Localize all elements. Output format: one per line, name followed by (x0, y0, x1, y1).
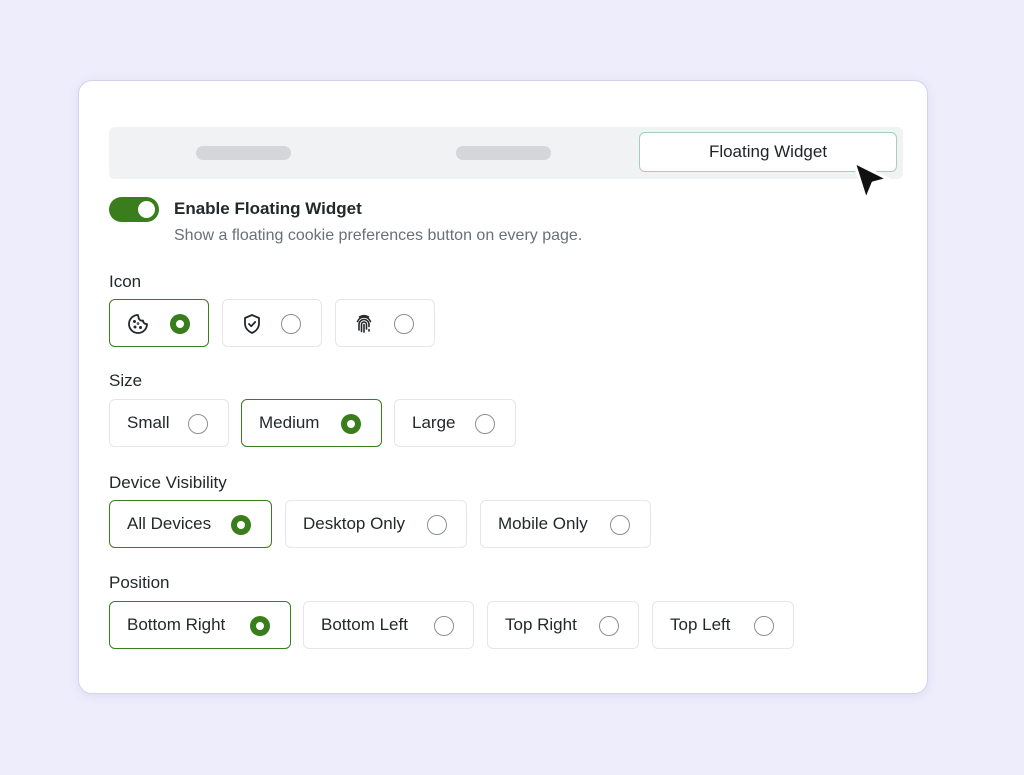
size-option-small[interactable]: Small (109, 399, 229, 447)
shield-check-icon (244, 314, 260, 334)
size-medium-radio[interactable] (341, 414, 361, 434)
position-option-top-left[interactable]: Top Left (652, 601, 794, 649)
widget-settings-card: Floating Widget Enable Floating Widget S… (78, 80, 928, 694)
position-bottom-right-label: Bottom Right (127, 615, 226, 634)
size-option-medium[interactable]: Medium (241, 399, 382, 447)
fingerprint-icon (356, 314, 372, 333)
device-desktop-label: Desktop Only (303, 514, 406, 533)
tab-bar: Floating Widget (109, 127, 903, 179)
device-option-mobile[interactable]: Mobile Only (480, 500, 651, 548)
device-option-desktop[interactable]: Desktop Only (285, 500, 467, 548)
size-small-radio[interactable] (188, 414, 208, 434)
device-desktop-radio[interactable] (427, 515, 447, 535)
device-all-radio[interactable] (231, 515, 251, 535)
size-option-large[interactable]: Large (394, 399, 516, 447)
icon-option-shield[interactable] (222, 299, 322, 347)
tab-floating-widget-label: Floating Widget (708, 142, 828, 161)
position-top-right-label: Top Right (505, 615, 577, 634)
tab-placeholder-2[interactable] (456, 146, 551, 160)
toggle-knob (138, 201, 155, 218)
icon-option-fingerprint[interactable] (335, 299, 435, 347)
cookie-icon (128, 314, 148, 334)
size-section-label: Size (109, 371, 143, 390)
position-bottom-left-label: Bottom Left (321, 615, 408, 634)
enable-widget-description: Show a floating cookie preferences butto… (174, 227, 583, 244)
position-top-right-radio[interactable] (599, 616, 619, 636)
device-option-all[interactable]: All Devices (109, 500, 272, 548)
icon-option-cookie[interactable] (109, 299, 209, 347)
icon-fingerprint-radio[interactable] (394, 314, 414, 334)
mouse-pointer-icon (852, 160, 890, 202)
size-small-label: Small (127, 413, 170, 432)
device-mobile-radio[interactable] (610, 515, 630, 535)
position-bottom-left-radio[interactable] (434, 616, 454, 636)
position-option-top-right[interactable]: Top Right (487, 601, 639, 649)
icon-cookie-radio[interactable] (170, 314, 190, 334)
enable-widget-toggle[interactable] (109, 197, 159, 222)
position-option-bottom-left[interactable]: Bottom Left (303, 601, 474, 649)
position-option-bottom-right[interactable]: Bottom Right (109, 601, 291, 649)
position-top-left-radio[interactable] (754, 616, 774, 636)
position-top-left-label: Top Left (670, 615, 731, 634)
size-large-radio[interactable] (475, 414, 495, 434)
device-all-label: All Devices (127, 514, 212, 533)
device-mobile-label: Mobile Only (498, 514, 588, 533)
tab-placeholder-1[interactable] (196, 146, 291, 160)
size-large-label: Large (412, 413, 456, 432)
position-section-label: Position (109, 573, 170, 592)
icon-section-label: Icon (109, 272, 142, 291)
size-medium-label: Medium (259, 413, 320, 432)
position-bottom-right-radio[interactable] (250, 616, 270, 636)
icon-shield-radio[interactable] (281, 314, 301, 334)
device-visibility-label: Device Visibility (109, 473, 227, 492)
enable-widget-title: Enable Floating Widget (174, 199, 362, 218)
